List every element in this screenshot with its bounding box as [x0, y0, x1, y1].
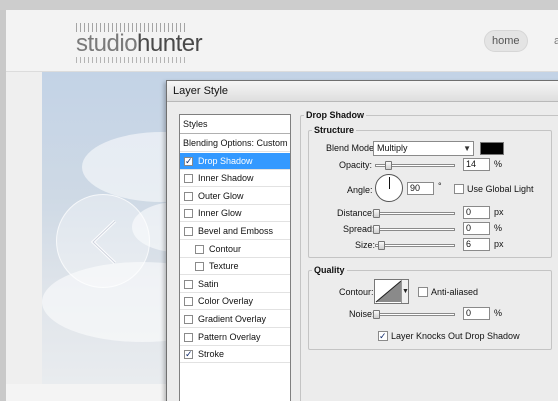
quality-title: Quality — [312, 265, 347, 275]
styles-item-inner-glow[interactable]: Inner Glow — [180, 205, 290, 223]
styles-item-label: Inner Glow — [198, 208, 242, 219]
noise-slider-track[interactable] — [375, 313, 455, 316]
logo-text-hunter: hunter — [137, 30, 203, 57]
distance-slider-thumb[interactable] — [373, 209, 380, 218]
styles-item-label: Bevel and Emboss — [198, 226, 274, 236]
distance-input[interactable]: 0 — [463, 206, 490, 219]
angle-needle — [389, 177, 390, 189]
styles-item-checkbox[interactable] — [184, 332, 193, 342]
styles-item-label: Gradient Overlay — [198, 314, 267, 324]
styles-item-checkbox[interactable] — [184, 191, 193, 201]
spread-label: Spread: — [343, 224, 375, 234]
styles-item-checkbox[interactable] — [184, 227, 193, 236]
styles-item-checkbox[interactable] — [184, 348, 193, 360]
contour-picker[interactable]: ▼ — [374, 279, 409, 304]
nav-home-link[interactable]: home — [484, 30, 528, 52]
styles-item-checkbox[interactable] — [195, 244, 204, 254]
site-logo[interactable]: studiohunter — [76, 23, 203, 63]
contour-curve-icon — [375, 280, 402, 303]
styles-item-label: Texture — [209, 261, 239, 272]
styles-item-label: Blending Options: Custom — [183, 138, 288, 148]
angle-input[interactable]: 90 — [407, 182, 434, 195]
styles-item-label: Color Overlay — [198, 296, 254, 307]
styles-item-inner-shadow[interactable]: Inner Shadow — [180, 170, 290, 188]
styles-item-label: Satin — [198, 278, 219, 289]
spread-slider-track[interactable] — [375, 228, 455, 231]
opacity-input[interactable]: 14 — [463, 158, 490, 171]
logo-text-studio: studio — [76, 30, 138, 57]
anti-aliased-label[interactable]: Anti-aliased — [431, 287, 478, 297]
blend-mode-value: Multiply — [377, 143, 408, 153]
layer-style-dialog[interactable]: Layer Style Styles Blending Options: Cus… — [166, 80, 558, 401]
structure-title: Structure — [312, 125, 357, 135]
opacity-slider-thumb[interactable] — [385, 161, 392, 170]
styles-item-gradient-overlay[interactable]: Gradient Overlay — [180, 311, 290, 328]
styles-item-label: Outer Glow — [198, 190, 244, 201]
layer-knocks-out-label[interactable]: Layer Knocks Out Drop Shadow — [391, 331, 520, 341]
spread-slider-thumb[interactable] — [373, 225, 380, 234]
styles-header[interactable]: Styles — [180, 115, 290, 134]
slider-prev-button[interactable] — [56, 194, 150, 288]
styles-item-checkbox[interactable] — [184, 174, 193, 184]
use-global-light-checkbox[interactable] — [454, 184, 464, 194]
styles-item-checkbox[interactable] — [195, 262, 204, 272]
styles-item-label: Contour — [209, 243, 242, 254]
noise-label: Noise: — [349, 309, 375, 319]
styles-item-checkbox[interactable] — [184, 155, 193, 167]
site-header: studiohunter home a — [6, 10, 558, 72]
styles-item-color-overlay[interactable]: Color Overlay — [180, 293, 290, 311]
styles-item-bevel-and-emboss[interactable]: Bevel and Emboss — [180, 223, 290, 240]
spread-unit: % — [494, 223, 503, 233]
size-input[interactable]: 6 — [463, 238, 490, 251]
angle-unit: ° — [438, 181, 442, 191]
blend-mode-select[interactable]: Multiply ▼ — [373, 141, 474, 156]
anti-aliased-checkbox[interactable] — [418, 287, 428, 297]
noise-unit: % — [494, 308, 503, 318]
styles-item-pattern-overlay[interactable]: Pattern Overlay — [180, 329, 290, 346]
angle-label: Angle: — [347, 185, 373, 195]
styles-item-texture[interactable]: Texture — [180, 258, 290, 276]
styles-item-drop-shadow[interactable]: Drop Shadow — [180, 152, 290, 170]
use-global-light-label[interactable]: Use Global Light — [467, 184, 534, 194]
styles-item-label: Drop Shadow — [198, 155, 253, 166]
size-slider-thumb[interactable] — [378, 241, 385, 250]
styles-item-outer-glow[interactable]: Outer Glow — [180, 188, 290, 205]
angle-dial[interactable] — [375, 174, 403, 202]
styles-item-label: Pattern Overlay — [198, 331, 261, 342]
opacity-unit: % — [494, 159, 503, 169]
distance-unit: px — [494, 207, 504, 217]
styles-item-stroke[interactable]: Stroke — [180, 346, 290, 364]
contour-label: Contour: — [339, 287, 374, 297]
noise-input[interactable]: 0 — [463, 307, 490, 320]
distance-label: Distance: — [337, 208, 375, 218]
styles-item-label: Inner Shadow — [198, 173, 254, 184]
chevron-down-icon: ▼ — [463, 144, 471, 153]
styles-item-contour[interactable]: Contour — [180, 241, 290, 258]
noise-slider-thumb[interactable] — [373, 310, 380, 319]
logo-tick-marks-bottom — [76, 57, 188, 63]
size-unit: px — [494, 239, 504, 249]
drop-shadow-title: Drop Shadow — [304, 110, 366, 120]
distance-slider-track[interactable] — [375, 212, 455, 215]
opacity-label: Opacity: — [339, 160, 373, 170]
styles-item-satin[interactable]: Satin — [180, 276, 290, 293]
styles-item-checkbox[interactable] — [184, 297, 193, 307]
styles-item-blending-options-custom[interactable]: Blending Options: Custom — [180, 135, 290, 152]
styles-item-checkbox[interactable] — [184, 279, 193, 289]
size-slider-track[interactable] — [375, 244, 455, 247]
layer-knocks-out-checkbox[interactable] — [378, 330, 388, 342]
contour-dropdown-button[interactable]: ▼ — [401, 280, 409, 303]
styles-item-checkbox[interactable] — [184, 315, 193, 324]
chevron-left-icon — [90, 219, 117, 265]
blend-mode-label: Blend Mode: — [326, 143, 377, 153]
shadow-color-swatch[interactable] — [480, 142, 504, 155]
browser-chrome-strip — [0, 0, 558, 10]
styles-list-panel: Styles Blending Options: Custom Drop Shad… — [179, 114, 291, 401]
size-label: Size: — [355, 240, 376, 250]
nav-next-link[interactable]: a — [554, 35, 558, 47]
styles-item-label: Stroke — [198, 349, 225, 360]
spread-input[interactable]: 0 — [463, 222, 490, 235]
dialog-title[interactable]: Layer Style — [167, 81, 558, 102]
styles-item-checkbox[interactable] — [184, 209, 193, 219]
